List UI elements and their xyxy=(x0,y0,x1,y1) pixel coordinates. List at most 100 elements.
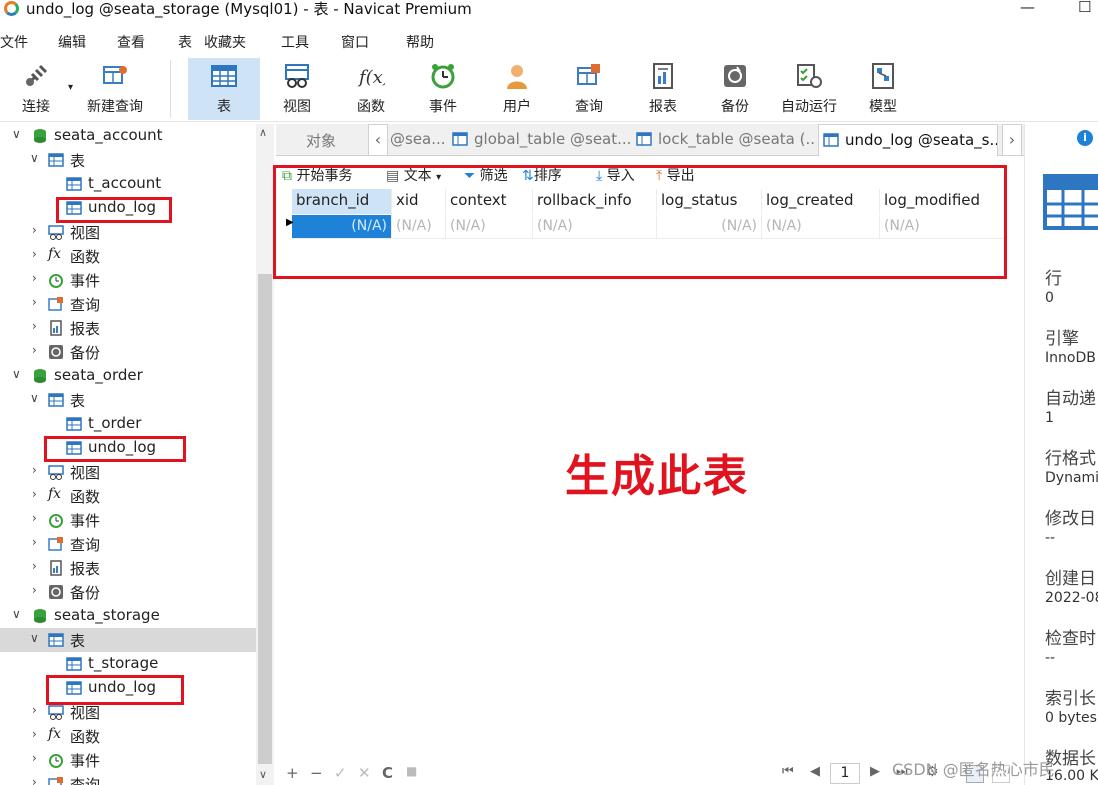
apply-changes-button[interactable]: ✓ xyxy=(334,764,347,782)
tree-db-seata-account[interactable]: ∨ seata_account xyxy=(0,124,256,148)
table-icon xyxy=(66,657,82,671)
page-number-input[interactable]: 1 xyxy=(830,763,860,784)
refresh-button[interactable]: C xyxy=(382,764,393,782)
backup-button[interactable]: 备份 xyxy=(708,58,762,120)
tree-events-folder[interactable]: › 事件 xyxy=(0,748,256,772)
expand-chevron-icon[interactable]: › xyxy=(32,583,37,597)
tab-lock-table[interactable]: lock_table @seata (... xyxy=(636,124,816,156)
tree-table-t-account[interactable]: t_account xyxy=(0,172,256,196)
tree-events-folder[interactable]: › 事件 xyxy=(0,268,256,292)
scroll-down-icon[interactable]: ∨ xyxy=(259,768,267,781)
report-icon xyxy=(653,63,673,89)
expand-chevron-icon[interactable]: › xyxy=(32,247,37,261)
table-button[interactable]: 表 xyxy=(188,58,260,120)
info-icon[interactable]: i xyxy=(1077,130,1093,146)
prev-page-button[interactable]: ◀ xyxy=(810,764,820,779)
tree-tables-folder-selected[interactable]: ∨ 表 xyxy=(0,628,256,652)
maximize-button[interactable]: ☐ xyxy=(1078,0,1091,16)
tab-objects[interactable]: 对象 xyxy=(306,124,364,156)
model-button[interactable]: 模型 xyxy=(856,58,910,120)
next-page-button[interactable]: ▶ xyxy=(870,764,880,779)
expand-chevron-icon[interactable]: › xyxy=(32,775,37,785)
tree-backups-folder[interactable]: › 备份 xyxy=(0,580,256,604)
tab-sea[interactable]: @sea... xyxy=(390,124,446,156)
svg-text:f(x): f(x) xyxy=(357,67,385,88)
menu-help[interactable]: 帮助 xyxy=(406,32,434,52)
tree-views-folder[interactable]: › 视图 xyxy=(0,700,256,724)
function-button[interactable]: f(x) 函数 xyxy=(344,58,398,120)
menu-file[interactable]: 文件 xyxy=(0,32,28,52)
tree-tables-folder[interactable]: ∨ 表 xyxy=(0,148,256,172)
expand-chevron-icon[interactable]: › xyxy=(32,343,37,357)
menu-view[interactable]: 查看 xyxy=(117,32,145,52)
tree-queries-folder[interactable]: › 查询 xyxy=(0,772,256,785)
expand-chevron-icon[interactable]: › xyxy=(32,703,37,717)
expand-chevron-icon[interactable]: › xyxy=(32,319,37,333)
event-clock-icon xyxy=(49,754,63,768)
user-button[interactable]: 用户 xyxy=(490,58,544,120)
tree-tables-folder[interactable]: ∨ 表 xyxy=(0,388,256,412)
tree-reports-folder[interactable]: › 报表 xyxy=(0,556,256,580)
tree-functions-folder[interactable]: › fx 函数 xyxy=(0,244,256,268)
tab-global-table[interactable]: global_table @seat... xyxy=(452,124,630,156)
delete-record-button[interactable]: − xyxy=(310,764,323,782)
collapse-chevron-icon[interactable]: ∨ xyxy=(12,127,21,141)
add-record-button[interactable]: + xyxy=(286,764,299,782)
discard-changes-button[interactable]: ✕ xyxy=(358,764,371,782)
collapse-chevron-icon[interactable]: ∨ xyxy=(12,367,21,381)
minimize-button[interactable]: — xyxy=(1020,0,1035,16)
tree-queries-folder[interactable]: › 查询 xyxy=(0,532,256,556)
tree-backups-folder[interactable]: › 备份 xyxy=(0,340,256,364)
sidebar-scrollbar[interactable]: ∧ ∨ xyxy=(256,124,274,785)
tree-events-folder[interactable]: › 事件 xyxy=(0,508,256,532)
tree-functions-folder[interactable]: › fx 函数 xyxy=(0,724,256,748)
connect-button[interactable]: 连接 xyxy=(12,58,60,120)
menu-table[interactable]: 表 xyxy=(178,32,192,52)
collapse-chevron-icon[interactable]: ∨ xyxy=(30,151,39,165)
scrollbar-thumb[interactable] xyxy=(258,274,272,764)
menu-edit[interactable]: 编辑 xyxy=(58,32,86,52)
expand-chevron-icon[interactable]: › xyxy=(32,271,37,285)
tree-functions-folder[interactable]: › fx 函数 xyxy=(0,484,256,508)
event-button[interactable]: 事件 xyxy=(416,58,470,120)
menu-favorites[interactable]: 收藏夹 xyxy=(204,32,246,52)
expand-chevron-icon[interactable]: › xyxy=(32,727,37,741)
menu-tools[interactable]: 工具 xyxy=(281,32,309,52)
first-page-button[interactable]: ⏮ xyxy=(782,764,794,779)
stop-button[interactable]: ■ xyxy=(406,764,417,778)
expand-chevron-icon[interactable]: › xyxy=(32,295,37,309)
tree-views-folder[interactable]: › 视图 xyxy=(0,460,256,484)
tab-scroll-left-icon[interactable]: ‹ xyxy=(368,124,388,156)
tree-queries-folder[interactable]: › 查询 xyxy=(0,292,256,316)
expand-chevron-icon[interactable]: › xyxy=(32,535,37,549)
tab-undo-log-active[interactable]: undo_log @seata_s... xyxy=(818,124,998,156)
tab-scroll-right-icon[interactable]: › xyxy=(1002,124,1022,156)
tree-views-folder[interactable]: › 视图 xyxy=(0,220,256,244)
menu-window[interactable]: 窗口 xyxy=(341,32,369,52)
scroll-up-icon[interactable]: ∧ xyxy=(259,126,267,139)
tree-db-seata-order[interactable]: ∨ seata_order xyxy=(0,364,256,388)
user-icon xyxy=(507,65,527,89)
tree-reports-folder[interactable]: › 报表 xyxy=(0,316,256,340)
report-button[interactable]: 报表 xyxy=(636,58,690,120)
tree-table-t-order[interactable]: t_order xyxy=(0,412,256,436)
tree-db-seata-storage[interactable]: ∨ seata_storage xyxy=(0,604,256,628)
collapse-chevron-icon[interactable]: ∨ xyxy=(30,631,39,645)
auto-run-button[interactable]: 自动运行 xyxy=(776,58,842,120)
collapse-chevron-icon[interactable]: ∨ xyxy=(12,607,21,621)
tree-table-t-storage[interactable]: t_storage xyxy=(0,652,256,676)
expand-chevron-icon[interactable]: › xyxy=(32,559,37,573)
expand-chevron-icon[interactable]: › xyxy=(32,511,37,525)
expand-chevron-icon[interactable]: › xyxy=(32,223,37,237)
table-icon xyxy=(823,133,839,147)
large-table-icon xyxy=(1043,174,1098,230)
expand-chevron-icon[interactable]: › xyxy=(32,751,37,765)
new-query-button[interactable]: 新建查询 xyxy=(82,58,148,120)
expand-chevron-icon[interactable]: › xyxy=(32,487,37,501)
query-button[interactable]: 查询 xyxy=(562,58,616,120)
connect-dropdown-icon[interactable]: ▾ xyxy=(68,82,73,93)
expand-chevron-icon[interactable]: › xyxy=(32,463,37,477)
view-button[interactable]: 视图 xyxy=(270,58,324,120)
collapse-chevron-icon[interactable]: ∨ xyxy=(30,391,39,405)
query-icon xyxy=(48,777,63,785)
